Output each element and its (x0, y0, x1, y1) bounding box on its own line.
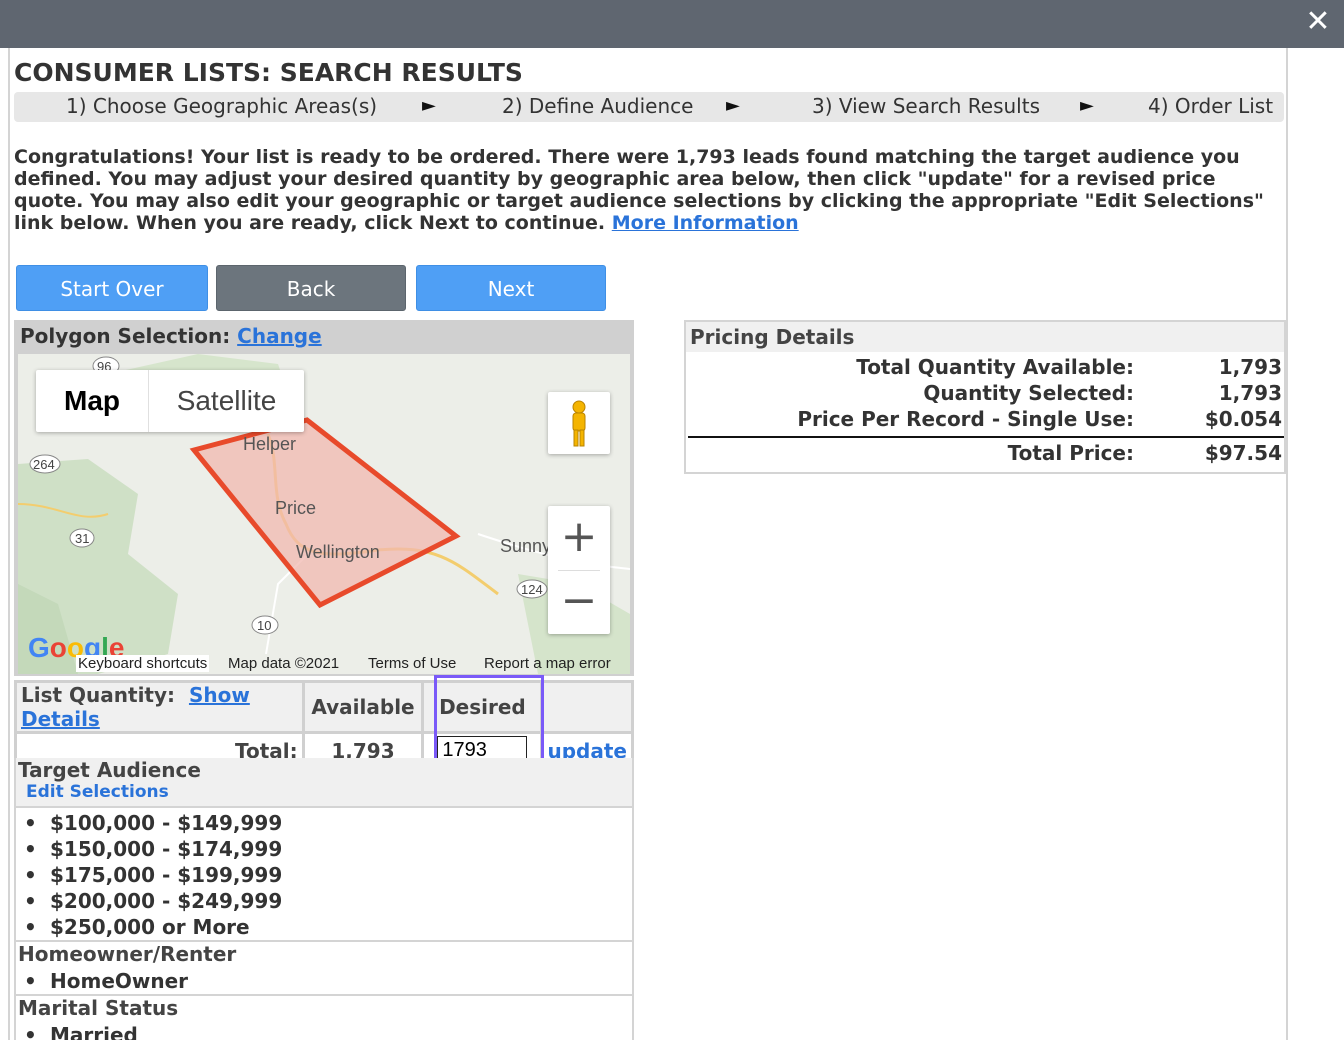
edit-selections-link[interactable]: Edit Selections (26, 782, 630, 802)
target-audience-panel: Target Audience Edit Selections • $100,00… (14, 758, 634, 1040)
quantity-selected-value: 1,793 (1218, 381, 1282, 405)
town-label: Price (275, 498, 316, 518)
step-3: 3) View Search Results (812, 94, 1040, 118)
map-type-control: Map Satellite (36, 370, 304, 432)
polygon-selection-panel: Polygon Selection: Change Helper Price W… (14, 320, 634, 676)
zoom-out-button[interactable]: − (548, 570, 610, 634)
list-item: • $100,000 - $149,999 (24, 811, 283, 835)
homeowner-section: Homeowner/Renter • HomeOwner (16, 940, 632, 994)
pricing-details-title: Pricing Details (686, 322, 1284, 352)
start-over-button[interactable]: Start Over (16, 265, 208, 311)
map-type-satellite-button[interactable]: Satellite (149, 370, 304, 432)
step-4: 4) Order List (1148, 94, 1274, 118)
total-price-value: $97.54 (1204, 441, 1282, 465)
route-label: 31 (75, 531, 89, 546)
list-item: • Married (24, 1023, 138, 1040)
zoom-in-button[interactable]: + (548, 506, 610, 570)
desired-header: Desired (421, 680, 544, 734)
back-button[interactable]: Back (216, 265, 406, 311)
page-title: CONSUMER LISTS: SEARCH RESULTS (14, 58, 523, 87)
list-item: • HomeOwner (24, 969, 189, 993)
homeowner-title: Homeowner/Renter (18, 942, 237, 966)
more-information-link[interactable]: More Information (612, 212, 799, 234)
polygon-selection-label: Polygon Selection: (20, 324, 231, 348)
map-view[interactable]: Helper Price Wellington Sunny 96 264 31 … (18, 354, 630, 674)
quantity-selected-label: Quantity Selected: (923, 381, 1134, 405)
flag-icon: ► (1080, 95, 1094, 116)
modal-content: CONSUMER LISTS: SEARCH RESULTS 1) Choose… (12, 48, 1286, 1040)
marital-title: Marital Status (18, 996, 179, 1020)
list-quantity-label: List Quantity: (21, 683, 176, 707)
pricing-details-panel: Pricing Details Total Quantity Available… (684, 320, 1286, 474)
step-progress-bar: 1) Choose Geographic Areas(s) ► 2) Defin… (14, 92, 1284, 122)
price-per-record-label: Price Per Record - Single Use: (797, 407, 1134, 431)
total-price-label: Total Price: (1007, 441, 1134, 465)
price-per-record-value: $0.054 (1204, 407, 1282, 431)
flag-icon: ► (422, 95, 436, 116)
step-1: 1) Choose Geographic Areas(s) (66, 94, 378, 118)
list-item: • $250,000 or More (24, 915, 250, 939)
map-data-text: Map data ©2021 (228, 655, 340, 672)
next-button[interactable]: Next (416, 265, 606, 311)
modal-title-bar: ✕ (0, 0, 1344, 48)
total-quantity-available-label: Total Quantity Available: (856, 355, 1134, 379)
total-quantity-available-value: 1,793 (1218, 355, 1282, 379)
polygon-selection-header: Polygon Selection: Change (20, 324, 322, 348)
close-icon[interactable]: ✕ (1298, 2, 1338, 42)
target-audience-header: Target Audience Edit Selections (16, 758, 632, 808)
route-label: 10 (257, 618, 271, 633)
flag-icon: ► (726, 95, 740, 116)
divider (688, 436, 1284, 438)
town-label: Sunny (500, 536, 551, 556)
zoom-control: + − (548, 506, 610, 634)
list-item: • $150,000 - $174,999 (24, 837, 283, 861)
change-polygon-link[interactable]: Change (237, 324, 322, 348)
target-audience-title: Target Audience (18, 758, 201, 782)
terms-of-use-link[interactable]: Terms of Use (368, 655, 456, 672)
list-item: • $175,000 - $199,999 (24, 863, 283, 887)
report-map-error-link[interactable]: Report a map error (484, 655, 611, 672)
marital-section: Marital Status • Married (16, 994, 632, 1040)
route-label: 124 (521, 582, 543, 597)
intro-message: Congratulations! Your list is ready to b… (14, 146, 1284, 234)
list-quantity-header: List Quantity: Show Details (14, 680, 305, 734)
street-view-pegman-icon[interactable] (548, 392, 610, 454)
step-2: 2) Define Audience (502, 94, 694, 118)
map-type-map-button[interactable]: Map (36, 370, 148, 432)
available-header: Available (301, 680, 425, 734)
town-label: Wellington (296, 542, 380, 562)
town-label: Helper (243, 434, 296, 454)
income-list: • $100,000 - $149,999 • $150,000 - $174,99… (16, 808, 632, 940)
route-label: 264 (33, 457, 55, 472)
map-footer: Keyboard shortcuts Map data ©2021 Terms … (18, 652, 630, 674)
empty-header-cell (540, 680, 634, 734)
list-quantity-table: List Quantity: Show Details Available De… (14, 680, 634, 770)
list-item: • $200,000 - $249,999 (24, 889, 283, 913)
keyboard-shortcuts-link[interactable]: Keyboard shortcuts (76, 655, 210, 672)
modal-frame: CONSUMER LISTS: SEARCH RESULTS 1) Choose… (8, 48, 1288, 1040)
